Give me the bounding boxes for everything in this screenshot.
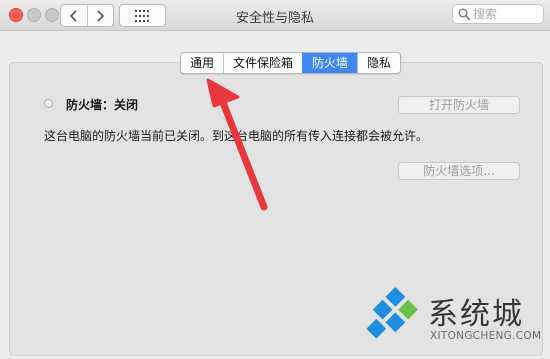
search-icon <box>458 8 471 21</box>
watermark-brand: 系统城 <box>428 297 524 332</box>
search-input[interactable] <box>473 6 539 22</box>
tab-privacy[interactable]: 隐私 <box>357 53 401 73</box>
title-bar: 安全性与隐私 <box>0 0 550 31</box>
watermark-logo <box>366 287 418 339</box>
firewall-status-description: 这台电脑的防火墙当前已关闭。到这台电脑的所有传入连接都会被允许。 <box>44 129 429 143</box>
tab-firewall[interactable]: 防火墙 <box>302 53 358 73</box>
tab-bar: 通用 文件保险箱 防火墙 隐私 <box>180 52 402 74</box>
watermark-url: XITONGCHENG.COM <box>430 330 542 342</box>
tab-filevault[interactable]: 文件保险箱 <box>223 53 303 73</box>
firewall-status-indicator <box>44 99 53 108</box>
turn-on-firewall-button[interactable]: 打开防火墙 <box>398 96 520 114</box>
firewall-status-label: 防火墙：关闭 <box>66 98 139 112</box>
firewall-options-button[interactable]: 防火墙选项... <box>398 162 520 180</box>
tab-general[interactable]: 通用 <box>181 53 224 73</box>
search-field[interactable] <box>452 4 544 24</box>
